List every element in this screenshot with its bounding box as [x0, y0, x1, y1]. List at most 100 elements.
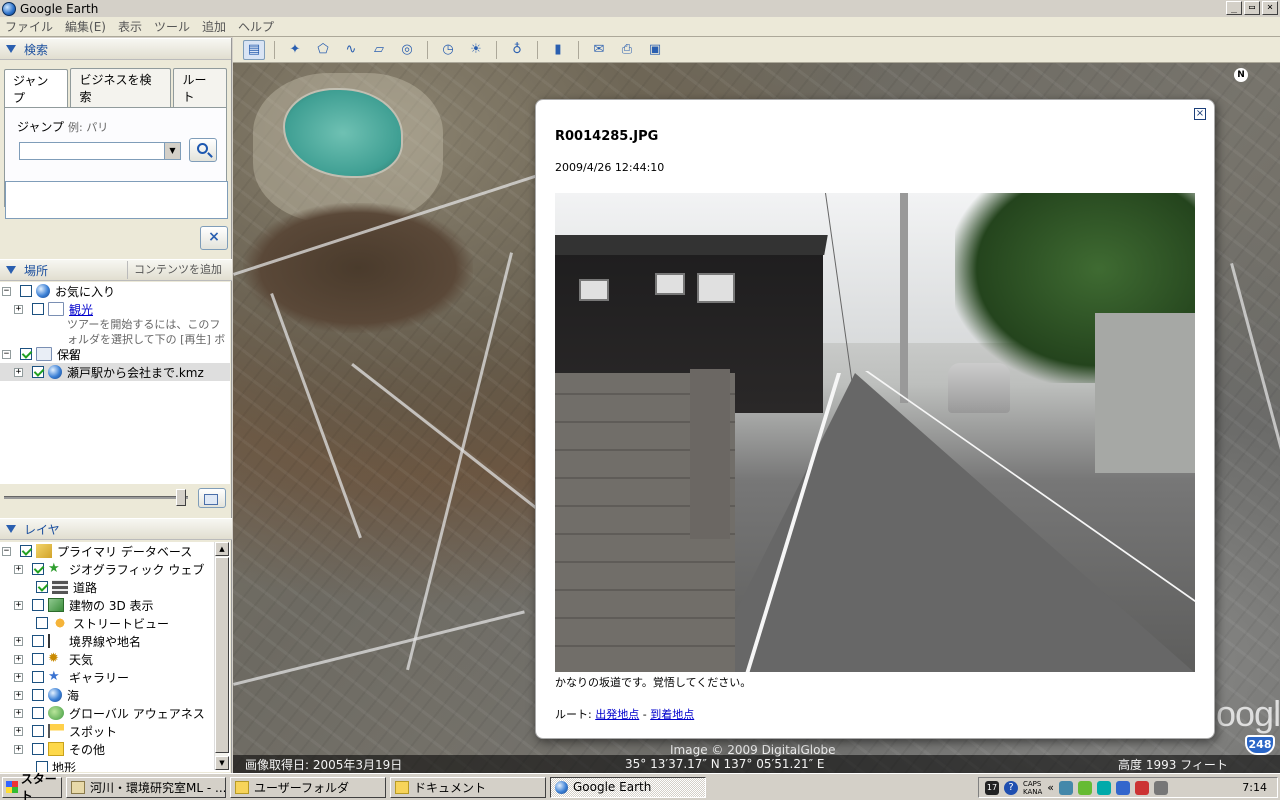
start-button[interactable]: スタート — [2, 772, 62, 800]
expander-icon[interactable]: − — [2, 286, 11, 296]
ruler-button[interactable]: ▮ — [547, 40, 569, 60]
layer-global-awareness[interactable]: + グローバル アウェアネス — [0, 704, 230, 722]
task-documents[interactable]: ドキュメント — [390, 776, 546, 798]
layer-primary-database[interactable]: − プライマリ データベース — [0, 542, 230, 560]
tab-jump[interactable]: ジャンプ — [4, 69, 69, 108]
add-image-overlay-button[interactable]: ▱ — [368, 40, 390, 60]
task-google-earth[interactable]: Google Earth — [550, 776, 706, 798]
search-button[interactable] — [189, 138, 217, 162]
minimize-button[interactable]: _ — [1226, 1, 1242, 15]
layer-gallery[interactable]: + ★ ギャラリー — [0, 668, 230, 686]
places-panel-header[interactable]: 場所 コンテンツを追加 — [0, 259, 232, 281]
checkbox[interactable] — [20, 348, 32, 360]
tab-business-search[interactable]: ビジネスを検索 — [70, 68, 172, 107]
layers-scrollbar[interactable]: ▲ ▼ — [214, 542, 229, 770]
layer-spots[interactable]: + スポット — [0, 722, 230, 740]
save-image-button[interactable]: ▣ — [644, 40, 666, 60]
email-button[interactable]: ✉ — [588, 40, 610, 60]
checkbox[interactable] — [32, 563, 44, 575]
add-polygon-button[interactable]: ⬠ — [312, 40, 334, 60]
north-indicator[interactable]: N — [1234, 68, 1248, 82]
expander-icon[interactable]: + — [14, 708, 23, 718]
checkbox[interactable] — [32, 725, 44, 737]
layer-other[interactable]: + その他 — [0, 740, 230, 758]
expander-icon[interactable]: + — [14, 690, 23, 700]
record-tour-button[interactable]: ◎ — [396, 40, 418, 60]
checkbox[interactable] — [20, 285, 32, 297]
sunlight-button[interactable]: ☀ — [465, 40, 487, 60]
volume-icon[interactable] — [1154, 780, 1169, 795]
search-panel-header[interactable]: 検索 — [0, 38, 231, 60]
menu-view[interactable]: 表示 — [117, 18, 143, 35]
layer-ocean[interactable]: + 海 — [0, 686, 230, 704]
checkbox[interactable] — [36, 617, 48, 629]
folder-menu-button[interactable] — [198, 488, 226, 508]
expander-icon[interactable]: + — [14, 564, 23, 574]
scroll-up-icon[interactable]: ▲ — [215, 542, 229, 556]
checkbox[interactable] — [32, 689, 44, 701]
checkbox[interactable] — [36, 581, 48, 593]
menu-tools[interactable]: ツール — [153, 18, 191, 35]
maximize-button[interactable]: ▭ — [1244, 1, 1260, 15]
jump-input[interactable]: ▼ — [19, 142, 181, 160]
scroll-thumb[interactable] — [215, 557, 229, 753]
clear-results-button[interactable]: × — [200, 226, 228, 250]
menu-file[interactable]: ファイル — [4, 18, 54, 35]
close-button[interactable]: × — [1262, 1, 1278, 15]
tree-item-kmz[interactable]: + 瀬戸駅から会社まで.kmz — [0, 363, 230, 381]
checkbox[interactable] — [32, 707, 44, 719]
route-from-link[interactable]: 出発地点 — [595, 708, 639, 721]
expander-icon[interactable]: + — [14, 367, 23, 377]
layer-3d-buildings[interactable]: + 建物の 3D 表示 — [0, 596, 230, 614]
add-content-button[interactable]: コンテンツを追加 — [127, 261, 228, 279]
historical-imagery-button[interactable]: ◷ — [437, 40, 459, 60]
help-icon[interactable]: ? — [1004, 780, 1018, 795]
tree-item-sightseeing[interactable]: + 観光 — [0, 300, 230, 318]
tree-item-favorites[interactable]: − お気に入り — [0, 282, 230, 300]
search-results-box[interactable] — [5, 181, 228, 219]
tab-route[interactable]: ルート — [173, 68, 227, 107]
menu-edit[interactable]: 編集(E) — [64, 18, 107, 35]
add-path-button[interactable]: ∿ — [340, 40, 362, 60]
sync-icon[interactable] — [1097, 780, 1112, 795]
checkbox[interactable] — [32, 303, 44, 315]
tree-item-link[interactable]: 観光 — [69, 301, 93, 318]
expander-icon[interactable]: + — [14, 304, 23, 314]
tray-expand-arrows[interactable]: « — [1047, 781, 1054, 794]
tree-item-pending[interactable]: − 保留 — [0, 345, 230, 363]
clock[interactable]: 7:14 — [1242, 781, 1267, 794]
layer-roads[interactable]: 道路 — [0, 578, 230, 596]
checkbox[interactable] — [32, 599, 44, 611]
expander-icon[interactable]: + — [14, 636, 23, 646]
layer-geographic-web[interactable]: + ★ ジオグラフィック ウェブ — [0, 560, 230, 578]
network-icon[interactable] — [1059, 780, 1074, 795]
add-placemark-button[interactable]: ✦ — [284, 40, 306, 60]
chevron-down-icon[interactable]: ▼ — [164, 143, 180, 159]
layer-borders-labels[interactable]: + 境界線や地名 — [0, 632, 230, 650]
expander-icon[interactable]: + — [14, 744, 23, 754]
checkbox[interactable] — [32, 653, 44, 665]
menu-add[interactable]: 追加 — [201, 18, 227, 35]
checkbox[interactable] — [32, 743, 44, 755]
expander-icon[interactable]: − — [2, 546, 11, 556]
antivirus-icon[interactable] — [1135, 780, 1150, 795]
expander-icon[interactable]: + — [14, 672, 23, 682]
tour-slider-thumb[interactable] — [176, 489, 186, 506]
sidebar-toggle-button[interactable]: ▤ — [243, 39, 265, 60]
security-icon[interactable] — [1078, 780, 1093, 795]
checkbox[interactable] — [32, 671, 44, 683]
checkbox[interactable] — [32, 366, 44, 378]
scroll-down-icon[interactable]: ▼ — [215, 756, 229, 770]
close-icon[interactable]: × — [1194, 108, 1206, 120]
expander-icon[interactable]: − — [2, 349, 11, 359]
planet-switch-button[interactable]: ♁ — [506, 40, 528, 60]
task-mail[interactable]: 河川・環境研究室ML - ... — [66, 776, 226, 798]
task-user-folder[interactable]: ユーザーフォルダ — [230, 776, 386, 798]
menu-help[interactable]: ヘルプ — [237, 18, 275, 35]
calendar-icon[interactable]: 17 — [985, 780, 999, 795]
layer-weather[interactable]: + ✹ 天気 — [0, 650, 230, 668]
expander-icon[interactable]: + — [14, 654, 23, 664]
checkbox[interactable] — [32, 635, 44, 647]
expander-icon[interactable]: + — [14, 726, 23, 736]
layers-panel-header[interactable]: レイヤ — [0, 518, 232, 540]
